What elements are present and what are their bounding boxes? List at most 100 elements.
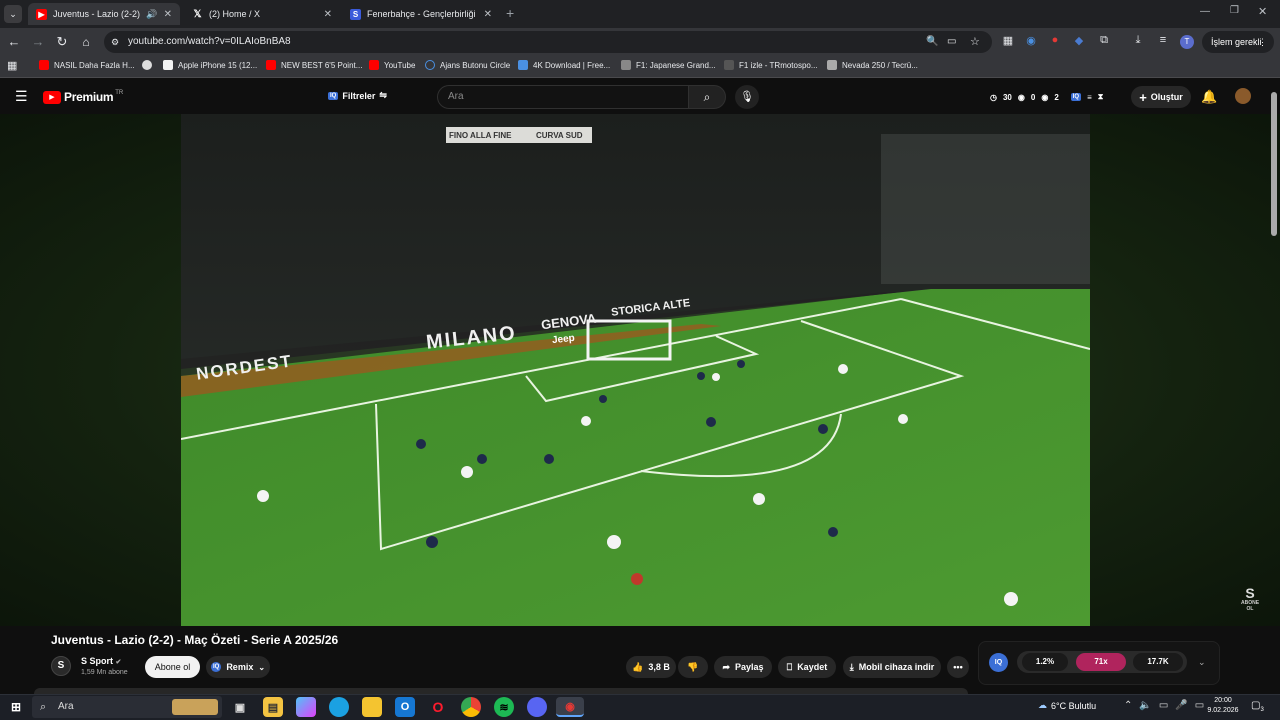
channel-avatar[interactable]: S [51, 656, 71, 676]
discord-icon[interactable] [527, 697, 547, 717]
list-icon[interactable]: ≡ [1087, 93, 1092, 102]
more-actions-button[interactable]: ••• [947, 656, 969, 678]
bookmark-item[interactable]: F1: Japanese Grand... [621, 60, 716, 70]
volume-icon[interactable]: 🔈 [1139, 700, 1151, 711]
reading-list-icon[interactable]: ≡ [1155, 34, 1171, 46]
video-player[interactable]: FINO ALLA FINE CURVA SUD MILANO GENOVA S… [181, 114, 1090, 626]
bookmark-item[interactable]: F1 izle - TRmotospo... [724, 60, 818, 70]
zoom-icon[interactable]: 🔍 [926, 31, 938, 53]
clock[interactable]: 20:00 9.02.2026 [1205, 696, 1241, 716]
avatar[interactable] [1235, 88, 1251, 104]
bookmark-item[interactable]: NASIL Daha Fazla H... [39, 60, 135, 70]
edge-icon[interactable] [329, 697, 349, 717]
tab-fenerbahce[interactable]: S Fenerbahçe - Gençlerbirliği can ✕ [342, 3, 500, 25]
notification-center-icon[interactable]: ▢3 [1251, 700, 1264, 713]
file-explorer-icon[interactable] [362, 697, 382, 717]
voice-search-button[interactable]: 🎙 [735, 85, 759, 109]
search-button[interactable]: ⌕ [688, 85, 726, 109]
create-label: Oluştur [1150, 92, 1183, 102]
outlook-icon[interactable]: O [395, 697, 415, 717]
windows-start-icon[interactable]: ⊞ [6, 697, 26, 717]
subscribe-button[interactable]: Abone ol [145, 656, 200, 678]
tab-search-button[interactable]: ⌄ [4, 5, 22, 23]
copilot-icon[interactable] [296, 697, 316, 717]
microsoft-store-icon[interactable]: ▤ [263, 697, 283, 717]
address-bar[interactable]: ⚙ youtube.com/watch?v=0ILAIoBnBA8 🔍 ▭ ☆ [104, 31, 992, 53]
create-button[interactable]: + Oluştur [1131, 86, 1191, 108]
tab-x-home[interactable]: 𝕏 (2) Home / X ✕ [184, 3, 340, 25]
bookmark-item[interactable]: 4K Download | Free... [518, 60, 610, 70]
apple-site-icon [163, 60, 173, 70]
extension-pokeball-icon[interactable]: ● [1047, 34, 1063, 46]
home-icon[interactable]: ⌂ [78, 34, 94, 50]
sliders-icon: ⇋ [379, 90, 387, 100]
scrollbar-thumb[interactable] [1271, 92, 1277, 236]
browser-active-icon[interactable]: ◉ [556, 697, 584, 717]
search-input[interactable]: Ara [437, 85, 688, 109]
watermark-logo[interactable]: S ABONE OL [1238, 586, 1262, 612]
apps-grid-icon[interactable]: ▦ [7, 59, 17, 72]
extension-audio-icon[interactable]: ◉ [1023, 34, 1039, 47]
iq-badge-icon[interactable]: IQ [1070, 93, 1082, 101]
close-icon[interactable]: ✕ [484, 9, 492, 20]
bookmark-item[interactable]: Ajans Butonu Circle [425, 60, 510, 70]
bookmark-item[interactable]: NEW BEST 6'5 Point... [266, 60, 362, 70]
bookmark-star-icon[interactable]: ☆ [970, 31, 980, 53]
speaker-icon[interactable]: 🔊 [146, 9, 157, 20]
download-icon[interactable]: ⤓ [1130, 34, 1146, 47]
remix-button[interactable]: IQ Remix ⌄ [206, 656, 270, 678]
extension-shield-icon[interactable]: ◆ [1071, 34, 1087, 47]
profile-avatar[interactable]: T [1180, 35, 1194, 49]
channel-name[interactable]: S Sport ✔ [81, 656, 121, 666]
bookmark-item[interactable]: YouTube [369, 60, 415, 70]
display-icon[interactable]: ▭ [1195, 700, 1204, 711]
minimize-icon[interactable]: — [1200, 6, 1210, 17]
action-required-button[interactable]: İşlem gerekli ⋮ [1202, 31, 1274, 53]
site-info-icon[interactable]: ⚙ [111, 31, 119, 53]
taskbar-search-input[interactable]: ⌕ Ara [32, 696, 222, 718]
cast-icon[interactable]: ▭ [947, 31, 956, 53]
restore-icon[interactable]: ❐ [1230, 5, 1239, 16]
save-button[interactable]: ⎕ Kaydet [778, 656, 836, 678]
hourglass-icon[interactable]: ⧗ [1098, 92, 1104, 102]
clock-icon: ◷ [990, 92, 997, 102]
microphone-icon[interactable]: 🎤 [1175, 700, 1187, 711]
share-label: Paylaş [735, 662, 764, 672]
like-button[interactable]: 👍 3,8 B [626, 656, 676, 678]
close-icon[interactable]: ✕ [164, 9, 172, 20]
chevron-up-icon[interactable]: ⌃ [1124, 700, 1132, 711]
download-button[interactable]: ⤓ Mobil cihaza indir [843, 656, 941, 678]
chevron-down-icon[interactable]: ⌄ [1198, 657, 1206, 668]
task-view-icon[interactable]: ▣ [230, 697, 250, 717]
extensions-icon[interactable]: ⧉ [1096, 34, 1112, 47]
bookmark-item[interactable]: Apple iPhone 15 (12... [163, 60, 257, 70]
remix-label: Remix [226, 662, 254, 672]
filters-button[interactable]: IQ Filtreler ⇋ [328, 90, 387, 101]
tab-juventus-lazio[interactable]: ▶ Juventus - Lazio (2-2) - Maç 🔊 ✕ [28, 3, 180, 25]
close-window-icon[interactable]: ✕ [1258, 5, 1267, 18]
reload-icon[interactable]: ↻ [54, 34, 70, 50]
bell-icon[interactable]: 🔔 [1201, 89, 1217, 105]
extension-puzzle-grid-icon[interactable]: ▦ [1000, 34, 1016, 47]
iq-logo-icon[interactable]: IQ [989, 653, 1008, 672]
bookmark-item[interactable]: Nevada 250 / Tecrü... [827, 60, 918, 70]
new-tab-button[interactable]: + [506, 5, 514, 21]
spotify-icon[interactable]: ≋ [494, 697, 514, 717]
f1-icon [621, 60, 631, 70]
bookmark-label: NEW BEST 6'5 Point... [281, 60, 363, 70]
bookmark-item[interactable] [142, 60, 157, 70]
weather-widget[interactable]: ☁ 6°C Bulutlu [1038, 700, 1096, 711]
youtube-logo[interactable]: ▶ Premium TR [43, 90, 123, 104]
chrome-icon[interactable] [461, 697, 481, 717]
close-icon[interactable]: ✕ [324, 9, 332, 20]
back-icon[interactable]: ← [6, 34, 22, 50]
opera-icon[interactable]: O [428, 697, 448, 717]
dislike-button[interactable]: 👎 [678, 656, 708, 678]
menu-dots-icon[interactable]: ⋮ [1258, 31, 1267, 53]
hamburger-menu-icon[interactable]: ☰ [15, 89, 28, 103]
football-pitch-frame [181, 114, 1090, 626]
battery-icon[interactable]: ▭ [1159, 700, 1168, 711]
chart-icon [518, 60, 528, 70]
forward-icon[interactable]: → [30, 34, 46, 50]
share-button[interactable]: ➦ Paylaş [714, 656, 772, 678]
